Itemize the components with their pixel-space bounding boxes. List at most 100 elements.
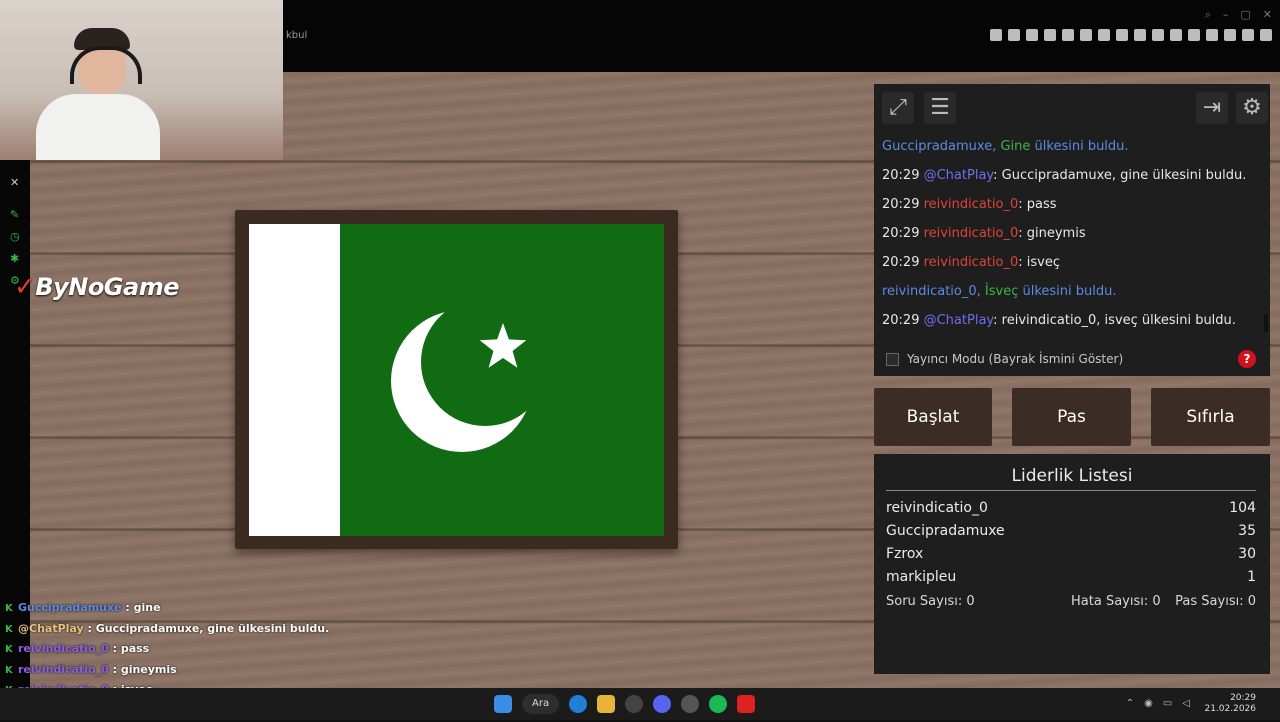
leaderboard-row: reivindicatio_0 104 <box>886 500 1256 520</box>
chat-text: : Guccipradamuxe, gine ülkesini buldu. <box>993 168 1247 183</box>
clock-date: 21.02.2026 <box>1204 704 1256 714</box>
extension-icon[interactable] <box>1116 29 1128 41</box>
overlay-chat-text: : gineymis <box>108 662 177 676</box>
player-score: 30 <box>1238 546 1256 562</box>
player-name: markipleu <box>886 569 957 585</box>
extension-icon[interactable] <box>1008 29 1020 41</box>
overlay-chat-line: Kreivindicatio_0 : pass <box>0 639 300 660</box>
chat-username: reivindicatio_0 <box>923 255 1019 270</box>
chat-line: reivindicatio_0, İsveç ülkesini buldu. <box>882 281 1262 310</box>
extension-icon[interactable] <box>1260 29 1272 41</box>
chat-scrollbar[interactable] <box>1264 314 1268 332</box>
extension-icon[interactable] <box>1098 29 1110 41</box>
start-button[interactable]: Başlat <box>874 388 992 446</box>
bug-icon[interactable]: ✱ <box>10 252 21 265</box>
leaderboard-row: markipleu 1 <box>886 569 1256 589</box>
list-icon[interactable]: ☰ <box>924 92 956 124</box>
start-icon[interactable] <box>494 695 512 713</box>
extension-icon[interactable] <box>1026 29 1038 41</box>
taskbar-clock[interactable]: 20:29 21.02.2026 <box>1204 693 1256 715</box>
overlay-chat-username: reivindicatio_0 <box>18 642 109 655</box>
chat-text: : gineymis <box>1018 226 1086 241</box>
question-count: Soru Sayısı: 0 <box>886 594 975 609</box>
logo-mark-icon: ✓ <box>14 272 36 302</box>
search-icon[interactable]: ⌕ <box>1205 8 1211 22</box>
extension-icon[interactable] <box>1044 29 1056 41</box>
chat-country: İsveç <box>984 284 1019 299</box>
monitor-icon[interactable]: ▭ <box>1163 698 1172 709</box>
address-bar-text[interactable]: kbul <box>286 30 307 41</box>
app-icon[interactable] <box>737 695 756 713</box>
chat-text: : reivindicatio_0, isveç ülkesini buldu. <box>993 313 1236 328</box>
flag-image <box>249 224 664 536</box>
overlay-chat-username: @ChatPlay <box>18 621 84 635</box>
kick-icon: K <box>5 623 13 635</box>
flag-crescent-inner <box>421 298 549 426</box>
taskbar-search[interactable]: Ara <box>522 694 560 714</box>
overlay-chat-line: K Guccipradamuxe : gine <box>0 598 300 619</box>
extension-icon[interactable] <box>1242 29 1254 41</box>
kick-icon: K <box>5 603 13 614</box>
clock-icon[interactable]: ◷ <box>10 230 21 243</box>
microphone-icon[interactable]: ◉ <box>1144 698 1153 709</box>
chat-username: reivindicatio_0 <box>882 284 977 299</box>
chat-line: 20:29 @ChatPlay: reivindicatio_0, isveç … <box>882 310 1262 336</box>
edge-icon[interactable] <box>569 695 588 713</box>
player-score: 104 <box>1229 500 1256 516</box>
expand-icon[interactable]: ⤢ <box>882 92 914 124</box>
chat-time: 20:29 <box>882 226 920 241</box>
extension-icons <box>990 29 1272 41</box>
streamer-mode-checkbox[interactable] <box>886 352 899 366</box>
folder-icon[interactable] <box>597 695 616 713</box>
extension-icon[interactable] <box>1134 29 1146 41</box>
discord-icon[interactable] <box>653 695 672 713</box>
extension-icon[interactable] <box>1080 29 1092 41</box>
chat-line: 20:29 @ChatPlay: Guccipradamuxe, gine ül… <box>882 165 1262 194</box>
webcam-overlay <box>0 0 283 160</box>
close-icon[interactable]: ✕ <box>1263 8 1272 22</box>
minimize-icon[interactable]: – <box>1223 8 1229 22</box>
volume-icon[interactable]: ◁ <box>1182 698 1190 709</box>
chat-text: ülkesini buldu. <box>1018 284 1117 299</box>
exit-icon[interactable]: ⇥ <box>1196 92 1228 124</box>
x-icon[interactable]: ✕ <box>10 176 21 189</box>
pass-button[interactable]: Pas <box>1012 388 1131 446</box>
extension-icon[interactable] <box>1224 29 1236 41</box>
kick-icon: K <box>5 644 13 655</box>
chat-log[interactable]: Guccipradamuxe, Gine ülkesini buldu. 20:2… <box>882 136 1262 336</box>
chat-line: Guccipradamuxe, Gine ülkesini buldu. <box>882 136 1262 165</box>
flag-white-stripe <box>249 224 340 536</box>
maximize-icon[interactable]: ▢ <box>1240 8 1250 22</box>
chrome-icon[interactable] <box>681 695 700 713</box>
extension-icon[interactable] <box>1152 29 1164 41</box>
chevron-up-icon[interactable]: ⌃ <box>1126 698 1134 709</box>
chat-text: , <box>976 284 985 299</box>
chat-time: 20:29 <box>882 313 920 328</box>
leaderboard-title: Liderlik Listesi <box>1011 466 1133 486</box>
help-button[interactable]: ? <box>1238 350 1256 368</box>
error-count: Hata Sayısı: 0 <box>1071 594 1161 609</box>
streamer-shirt <box>36 94 160 160</box>
logo-text: ByNoGame <box>35 273 179 301</box>
extension-icon[interactable] <box>1170 29 1182 41</box>
overlay-chat-text: : Guccipradamuxe, gine ülkesini buldu. <box>83 621 330 635</box>
window-controls: ⌕ – ▢ ✕ <box>1205 8 1272 22</box>
extension-icon[interactable] <box>1206 29 1218 41</box>
streamer-mode-row[interactable]: Yayıncı Modu (Bayrak İsmini Göster) <box>886 350 1123 368</box>
player-name: Fzrox <box>886 546 924 562</box>
extension-icon[interactable] <box>1188 29 1200 41</box>
leaderboard-divider <box>886 490 1256 491</box>
gear-icon[interactable]: ⚙ <box>1236 92 1268 124</box>
streamer-mode-label: Yayıncı Modu (Bayrak İsmini Göster) <box>907 352 1124 366</box>
chat-time: 20:29 <box>882 197 920 212</box>
player-score: 35 <box>1238 523 1256 539</box>
spotify-icon[interactable] <box>709 695 728 713</box>
chat-text: : pass <box>1018 197 1057 212</box>
extension-icon[interactable] <box>990 29 1002 41</box>
overlay-chat-username: Guccipradamuxe <box>18 601 122 614</box>
obs-icon[interactable] <box>625 695 644 713</box>
tool-icon[interactable]: ✎ <box>10 208 21 221</box>
extension-icon[interactable] <box>1062 29 1074 41</box>
headset <box>70 46 142 84</box>
reset-button[interactable]: Sıfırla <box>1151 388 1270 446</box>
